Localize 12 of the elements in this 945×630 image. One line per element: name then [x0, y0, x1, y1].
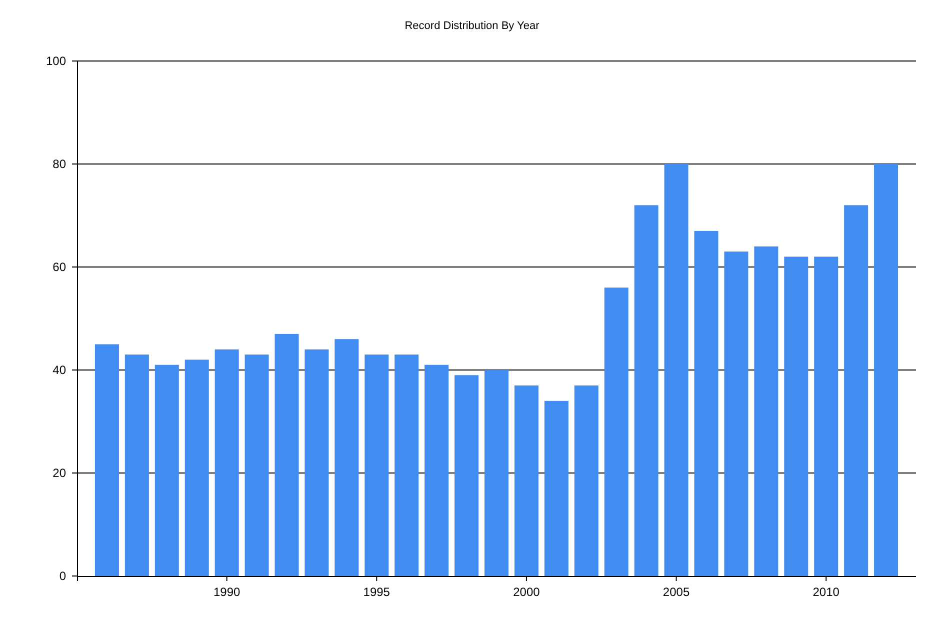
tick-label: 2000	[513, 585, 540, 599]
tick-label: 2010	[812, 585, 840, 599]
tick-label: 60	[52, 260, 66, 274]
tick-label: 2005	[662, 585, 690, 599]
tick-label: 1990	[213, 585, 240, 599]
tick-label: 40	[52, 363, 66, 377]
tick-label: 0	[59, 569, 66, 583]
tick-label: 100	[46, 54, 66, 68]
tick-label: 1995	[363, 585, 390, 599]
tick-label: 20	[52, 466, 66, 480]
chart-title: Record Distribution By Year	[404, 20, 540, 32]
tick-label: 80	[52, 157, 66, 171]
